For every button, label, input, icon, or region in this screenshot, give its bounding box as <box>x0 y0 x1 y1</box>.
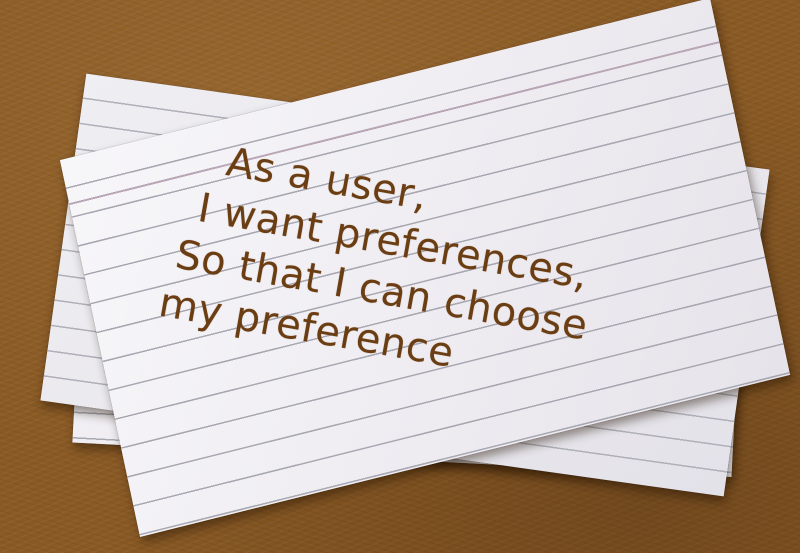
corkboard-background: As a user, I want preferences, So that I… <box>0 0 800 553</box>
